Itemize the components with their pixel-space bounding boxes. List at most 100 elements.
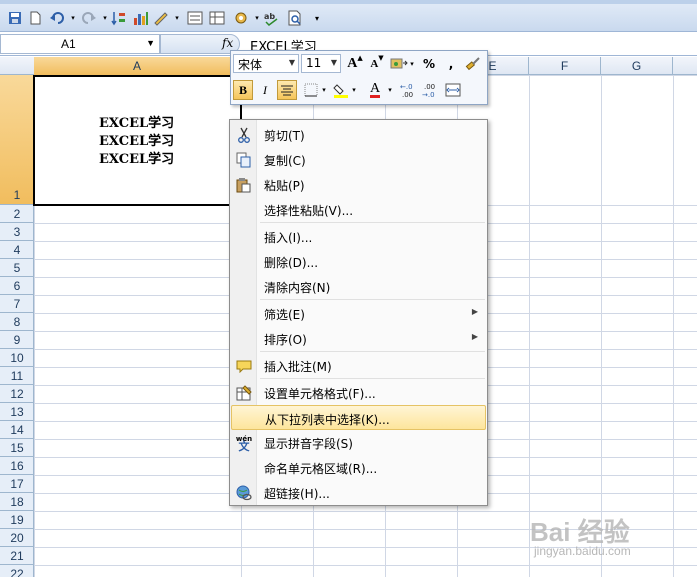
menu-item-format-cells[interactable]: 设置单元格格式(F)... xyxy=(231,380,486,405)
font-size-dropdown[interactable]: 11 ▼ xyxy=(301,54,341,73)
row-header-13[interactable]: 13 xyxy=(0,403,34,421)
row-header-8[interactable]: 8 xyxy=(0,313,34,331)
fill-color-icon[interactable] xyxy=(331,80,351,100)
comma-style-button[interactable]: , xyxy=(441,54,461,74)
menu-item-clear-contents[interactable]: 清除内容(N) xyxy=(231,274,486,299)
print-preview-icon[interactable] xyxy=(286,9,304,27)
row-header-11[interactable]: 11 xyxy=(0,367,34,385)
row-header-12[interactable]: 12 xyxy=(0,385,34,403)
cell-text-line-3: EXCEL学习 xyxy=(99,152,175,167)
borders-dropdown-icon[interactable]: ▾ xyxy=(319,80,329,100)
insert-function-button[interactable]: fx xyxy=(222,36,233,50)
draw-dropdown-icon[interactable]: ▾ xyxy=(168,9,186,27)
menu-item-show-phonetic-field[interactable]: wén 文 显示拼音字段(S) xyxy=(231,430,486,455)
row-header-9[interactable]: 9 xyxy=(0,331,34,349)
svg-text:←.0: ←.0 xyxy=(400,83,413,91)
percent-style-button[interactable]: % xyxy=(419,54,439,74)
menu-item-label: 删除(D)... xyxy=(264,256,319,270)
bold-button[interactable]: B xyxy=(233,80,253,100)
row-header-20[interactable]: 20 xyxy=(0,529,34,547)
row-header-4[interactable]: 4 xyxy=(0,241,34,259)
row-header-7[interactable]: 7 xyxy=(0,295,34,313)
percent-label: % xyxy=(422,57,436,71)
row-header-18[interactable]: 18 xyxy=(0,493,34,511)
fill-color-dropdown-icon[interactable]: ▾ xyxy=(349,80,359,100)
menu-item-label: 超链接(H)... xyxy=(264,487,330,501)
menu-separator xyxy=(260,378,485,379)
menu-item-label: 粘贴(P) xyxy=(264,179,305,193)
save-icon[interactable] xyxy=(6,9,24,27)
accounting-format-icon[interactable] xyxy=(389,54,409,74)
accounting-dropdown-icon[interactable]: ▾ xyxy=(407,54,417,74)
row-header-17[interactable]: 17 xyxy=(0,475,34,493)
menu-item-delete[interactable]: 删除(D)... xyxy=(231,249,486,274)
menu-item-insert-comment[interactable]: 插入批注(M) xyxy=(231,353,486,378)
row-header-1[interactable]: 1 xyxy=(0,75,34,205)
paste-icon xyxy=(235,176,253,194)
menu-item-paste-special[interactable]: 选择性粘贴(V)... xyxy=(231,197,486,222)
menu-item-paste[interactable]: 粘贴(P) xyxy=(231,172,486,197)
name-box[interactable]: A1 ▼ xyxy=(0,34,160,54)
menu-item-hyperlink[interactable]: 超链接(H)... xyxy=(231,480,486,505)
context-menu: 剪切(T) 复制(C) 粘贴(P) 选择性粘贴(V)... 插入(I)... 删… xyxy=(229,119,488,506)
row-header-15[interactable]: 15 xyxy=(0,439,34,457)
row-header-10[interactable]: 10 xyxy=(0,349,34,367)
row-header-14[interactable]: 14 xyxy=(0,421,34,439)
menu-separator xyxy=(260,222,485,223)
active-cell-a1[interactable]: EXCEL学习 EXCEL学习 EXCEL学习 xyxy=(33,75,242,206)
row-header-3[interactable]: 3 xyxy=(0,223,34,241)
font-name-dropdown[interactable]: 宋体 ▼ xyxy=(233,54,299,73)
format-painter-icon[interactable] xyxy=(463,54,483,74)
row-headers: 1 2 3 4 5 6 7 8 9 10 11 12 13 14 15 16 1… xyxy=(0,75,34,577)
row-header-22[interactable]: 22 xyxy=(0,565,34,577)
sort-icon[interactable] xyxy=(110,9,128,27)
menu-item-label: 从下拉列表中选择(K)... xyxy=(265,413,390,427)
row-header-5[interactable]: 5 xyxy=(0,259,34,277)
format-cells-icon xyxy=(235,384,253,402)
row-header-19[interactable]: 19 xyxy=(0,511,34,529)
italic-button[interactable]: I xyxy=(255,80,275,100)
borders-icon[interactable] xyxy=(301,80,321,100)
spelling-icon[interactable]: ab xyxy=(262,9,280,27)
column-header-g[interactable]: G xyxy=(601,57,673,75)
menu-item-filter[interactable]: 筛选(E) ▶ xyxy=(231,301,486,326)
menu-item-copy[interactable]: 复制(C) xyxy=(231,147,486,172)
row-header-2[interactable]: 2 xyxy=(0,205,34,223)
font-size-value: 11 xyxy=(306,56,322,70)
column-header-f[interactable]: F xyxy=(529,57,601,75)
menu-item-pick-from-dropdown-list[interactable]: 从下拉列表中选择(K)... xyxy=(231,405,486,430)
form-icon[interactable] xyxy=(186,9,204,27)
font-color-icon[interactable]: A xyxy=(365,80,385,100)
table-icon[interactable] xyxy=(208,9,226,27)
cell-text-line-1: EXCEL学习 xyxy=(99,116,175,131)
cell-text-line-2: EXCEL学习 xyxy=(99,134,175,149)
menu-item-sort[interactable]: 排序(O) ▶ xyxy=(231,326,486,351)
menu-item-label: 排序(O) xyxy=(264,333,307,347)
column-header-a[interactable]: A xyxy=(34,57,241,75)
grow-font-button[interactable]: A ▲ xyxy=(345,54,365,74)
comma-label: , xyxy=(448,57,454,71)
pinyin-icon-glyph: 文 xyxy=(238,440,250,453)
row-header-16[interactable]: 16 xyxy=(0,457,34,475)
column-header-h[interactable] xyxy=(673,57,697,75)
row-header-21[interactable]: 21 xyxy=(0,547,34,565)
grid-line xyxy=(34,529,697,530)
customize-toolbar-icon[interactable]: ▾ xyxy=(308,9,326,27)
new-document-icon[interactable] xyxy=(26,9,44,27)
center-align-icon[interactable] xyxy=(277,80,297,100)
font-color-dropdown-icon[interactable]: ▾ xyxy=(385,80,395,100)
shrink-font-button[interactable]: A ▼ xyxy=(367,54,387,74)
menu-separator xyxy=(260,351,485,352)
chart-icon[interactable] xyxy=(132,9,150,27)
increase-decimal-icon[interactable]: ←.0.00 xyxy=(399,80,419,100)
grid-line xyxy=(529,75,530,577)
menu-item-name-range[interactable]: 命名单元格区域(R)... xyxy=(231,455,486,480)
menu-item-cut[interactable]: 剪切(T) xyxy=(231,122,486,147)
merge-cells-icon[interactable] xyxy=(443,80,463,100)
row-header-6[interactable]: 6 xyxy=(0,277,34,295)
decrease-decimal-icon[interactable]: .00 →.0 xyxy=(421,80,441,100)
menu-item-insert[interactable]: 插入(I)... xyxy=(231,224,486,249)
svg-text:→.0: →.0 xyxy=(422,91,435,98)
name-box-dropdown-icon[interactable]: ▼ xyxy=(146,38,155,48)
grid-line xyxy=(34,547,697,548)
